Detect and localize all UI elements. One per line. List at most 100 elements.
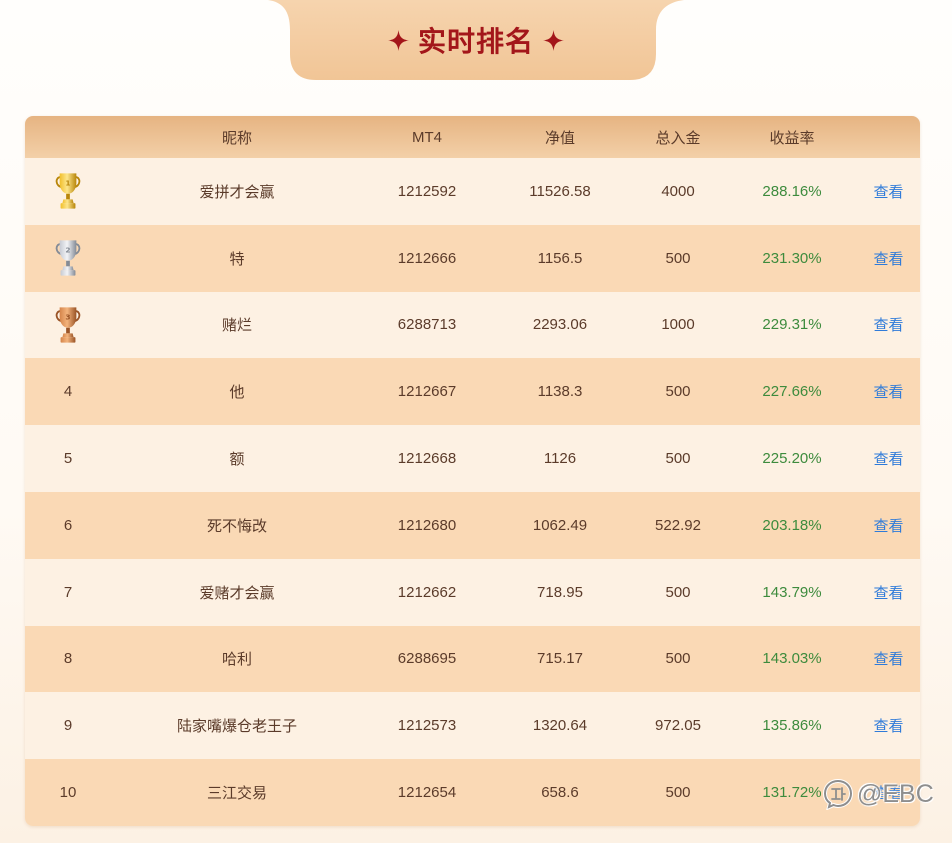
rank-cell: 9 — [63, 717, 73, 735]
nickname-cell: 陆家嘴爆仓老王子 — [176, 718, 297, 736]
watermark-text: @EBC — [857, 779, 934, 808]
rank-cell: 1 — [25, 158, 111, 225]
ranking-table: 昵称 MT4 净值 总入金 收益率 1 爱拼才会赢 1212592 11526.58… — [25, 116, 920, 826]
nickname-cell: 死不悔改 — [206, 517, 267, 535]
mt4-cell: 1212680 — [397, 516, 457, 534]
mt4-cell: 6288695 — [397, 650, 457, 668]
total-deposit-cell: 500 — [665, 583, 691, 601]
view-button[interactable]: 查看 — [857, 515, 920, 536]
net-value-cell: 658.6 — [541, 784, 579, 802]
net-value-cell: 1126 — [543, 450, 577, 468]
mt4-cell: 6288713 — [397, 316, 457, 334]
nickname-cell: 哈利 — [221, 651, 252, 669]
total-deposit-cell: 500 — [665, 650, 691, 668]
total-deposit-cell: 500 — [665, 249, 691, 267]
nickname-cell: 他 — [229, 384, 245, 402]
net-value-cell: 1062.49 — [532, 516, 588, 534]
mt4-cell: 1212573 — [397, 717, 457, 735]
view-button[interactable]: 查看 — [857, 715, 920, 736]
table-row: 7 爱赌才会赢 1212662 718.95 500 143.79% 查看 — [25, 558, 920, 626]
table-row: 2 特 1212666 1156.5 500 231.30% 查看 — [25, 224, 920, 292]
net-value-cell: 1320.64 — [532, 717, 588, 735]
table-row: 4 他 1212667 1138.3 500 227.66% 查看 — [25, 358, 920, 426]
total-deposit-cell: 522.92 — [655, 516, 701, 534]
return-rate-header: 收益率 — [769, 129, 815, 147]
mt4-cell: 1212592 — [397, 182, 457, 200]
nickname-cell: 爱赌才会赢 — [199, 584, 275, 602]
total-deposit-cell: 1000 — [661, 316, 695, 334]
zhihu-logo-icon — [822, 778, 854, 810]
rank-cell: 10 — [59, 784, 77, 802]
gold-trophy-icon: 1 — [55, 173, 81, 210]
mt4-cell: 1212666 — [397, 249, 457, 267]
rank-cell: 4 — [63, 383, 73, 401]
trophy-rank-number: 1 — [65, 179, 70, 188]
rank-cell: 2 — [25, 225, 111, 292]
view-button[interactable]: 查看 — [857, 381, 920, 402]
table-row: 9 陆家嘴爆仓老王子 1212573 1320.64 972.05 135.86% 查看 — [25, 692, 920, 760]
trophy-rank-number: 2 — [65, 246, 70, 255]
net-value-cell: 715.17 — [537, 650, 583, 668]
mt4-header: MT4 — [412, 128, 442, 146]
total-deposit-cell: 500 — [665, 784, 691, 802]
mt4-cell: 1212667 — [397, 383, 457, 401]
table-row: 1 爱拼才会赢 1212592 11526.58 4000 288.16% 查看 — [25, 158, 920, 225]
table-row: 3 赌烂 6288713 2293.06 1000 229.31% 查看 — [25, 291, 920, 359]
return-rate-cell: 135.86% — [762, 717, 822, 735]
trophy-rank-number: 3 — [65, 312, 70, 321]
bronze-trophy-icon: 3 — [55, 307, 81, 343]
rank-cell: 3 — [25, 292, 111, 359]
return-rate-cell: 227.66% — [762, 383, 822, 401]
view-button[interactable]: 查看 — [857, 248, 920, 269]
nickname-cell: 赌烂 — [221, 317, 252, 335]
total-deposit-cell: 500 — [665, 383, 691, 401]
view-button[interactable]: 查看 — [857, 582, 920, 603]
table-row: 5 额 1212668 1126 500 225.20% 查看 — [25, 425, 920, 492]
return-rate-cell: 203.18% — [762, 516, 822, 534]
return-rate-cell: 231.30% — [762, 249, 822, 267]
nickname-header: 昵称 — [221, 129, 252, 147]
view-button[interactable]: 查看 — [857, 448, 920, 469]
net-value-cell: 1138.3 — [537, 383, 583, 401]
rank-cell: 5 — [63, 450, 73, 468]
rank-cell: 7 — [63, 583, 73, 601]
title-row: 实时排名 — [268, 0, 684, 80]
sparkle-icon — [387, 29, 409, 51]
total-deposit-header: 总入金 — [655, 129, 701, 147]
net-value-header: 净值 — [544, 129, 575, 147]
return-rate-cell: 288.16% — [762, 182, 822, 200]
nickname-cell: 三江交易 — [206, 785, 267, 803]
table-body: 1 爱拼才会赢 1212592 11526.58 4000 288.16% 查看 2 特 1… — [25, 158, 920, 826]
title-tab: 实时排名 — [268, 0, 684, 82]
rank-cell: 8 — [63, 650, 73, 668]
sparkle-icon — [543, 29, 564, 51]
total-deposit-cell: 972.05 — [655, 717, 701, 735]
table-row: 10 三江交易 1212654 658.6 500 131.72% 查看 — [25, 759, 920, 826]
table-row: 6 死不悔改 1212680 1062.49 522.92 203.18% 查看 — [25, 491, 920, 559]
net-value-cell: 718.95 — [537, 583, 583, 601]
mt4-cell: 1212654 — [397, 784, 457, 802]
silver-trophy-icon: 2 — [55, 240, 81, 276]
table-header-row: 昵称 MT4 净值 总入金 收益率 — [25, 116, 920, 158]
return-rate-cell: 143.03% — [762, 650, 822, 668]
page-title: 实时排名 — [417, 26, 534, 57]
net-value-cell: 2293.06 — [532, 316, 588, 334]
mt4-cell: 1212668 — [397, 450, 457, 468]
view-button[interactable]: 查看 — [857, 648, 920, 669]
nickname-cell: 爱拼才会赢 — [199, 183, 275, 201]
return-rate-cell: 229.31% — [762, 316, 822, 334]
mt4-cell: 1212662 — [397, 583, 457, 601]
return-rate-cell: 225.20% — [762, 450, 822, 468]
table-row: 8 哈利 6288695 715.17 500 143.03% 查看 — [25, 625, 920, 693]
view-button[interactable]: 查看 — [857, 314, 920, 335]
view-button[interactable]: 查看 — [857, 181, 920, 202]
total-deposit-cell: 4000 — [661, 182, 695, 200]
rank-cell: 6 — [63, 516, 73, 534]
watermark: @EBC — [822, 777, 934, 811]
nickname-cell: 特 — [229, 250, 245, 268]
nickname-cell: 额 — [229, 451, 245, 469]
total-deposit-cell: 500 — [665, 450, 691, 468]
net-value-cell: 1156.5 — [537, 249, 583, 267]
return-rate-cell: 143.79% — [762, 583, 822, 601]
net-value-cell: 11526.58 — [529, 182, 591, 200]
